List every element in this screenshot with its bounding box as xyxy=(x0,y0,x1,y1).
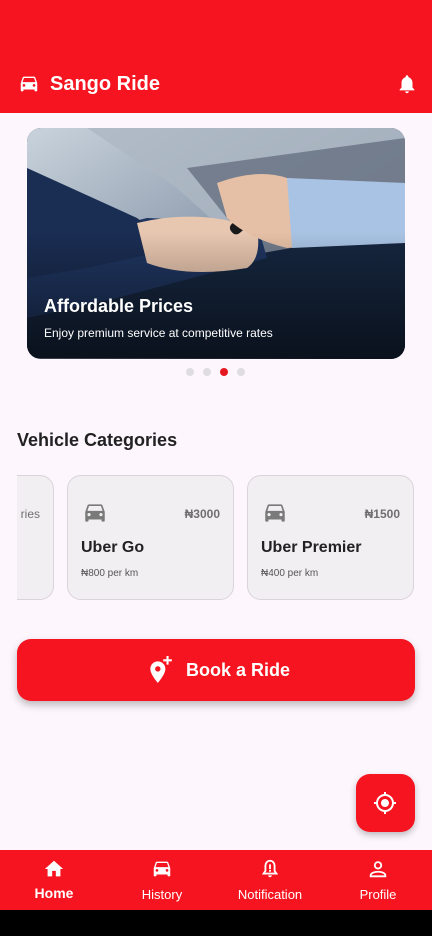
vehicle-rate: ₦400 per km xyxy=(261,568,319,579)
person-icon xyxy=(369,861,387,878)
section-heading: Vehicle Categories xyxy=(17,430,178,450)
system-navigation-bar xyxy=(0,910,432,936)
car-icon xyxy=(20,76,38,92)
car-icon xyxy=(85,504,105,522)
nav-item-history[interactable]: History xyxy=(108,850,216,910)
nav-label: Notification xyxy=(237,887,303,902)
vehicle-card[interactable]: ₦3000 Uber Go ₦800 per km xyxy=(67,475,234,600)
carousel-dot[interactable] xyxy=(186,368,194,376)
my-location-button[interactable] xyxy=(356,774,415,832)
carousel-dot[interactable] xyxy=(203,368,211,376)
car-icon xyxy=(153,861,171,877)
book-ride-label: Book a Ride xyxy=(186,660,291,680)
vehicle-rate: ₦800 per km xyxy=(81,568,139,579)
vehicle-name: Uber Go xyxy=(81,539,145,556)
app-title: Sango Ride xyxy=(50,73,161,95)
vehicle-card-label: ries xyxy=(20,507,40,521)
my-location-icon xyxy=(374,792,396,814)
home-icon xyxy=(44,860,64,877)
banner-title: Affordable Prices xyxy=(44,296,194,316)
book-ride-button[interactable]: Book a Ride xyxy=(17,639,415,701)
vehicle-name: Uber Premier xyxy=(261,539,362,556)
bell-icon[interactable] xyxy=(396,72,418,96)
vehicle-price: ₦1500 xyxy=(364,507,400,521)
nav-item-notification[interactable]: Notification xyxy=(216,850,324,910)
bottom-navigation: Home History Notification Profile xyxy=(0,850,432,910)
nav-label: Home xyxy=(34,885,74,901)
promo-banner[interactable]: Affordable Prices Enjoy premium service … xyxy=(27,128,405,359)
car-icon xyxy=(265,504,285,522)
carousel-dot-active[interactable] xyxy=(220,368,228,376)
add-location-icon xyxy=(150,656,172,683)
vehicle-card[interactable]: ₦1500 Uber Premier ₦400 per km xyxy=(247,475,414,600)
banner-subtitle: Enjoy premium service at competitive rat… xyxy=(44,326,273,340)
vehicle-card[interactable]: ries xyxy=(17,475,54,600)
nav-label: History xyxy=(141,887,183,902)
vehicle-price: ₦3000 xyxy=(184,507,220,521)
vehicle-category-list[interactable]: ries ₦3000 Uber Go ₦800 per km ₦1500 Ube… xyxy=(17,475,432,602)
notification-alert-icon xyxy=(261,859,279,878)
app-bar: Sango Ride xyxy=(0,0,432,113)
nav-item-profile[interactable]: Profile xyxy=(324,850,432,910)
nav-label: Profile xyxy=(359,887,397,902)
carousel-dot[interactable] xyxy=(237,368,245,376)
nav-item-home[interactable]: Home xyxy=(0,850,108,910)
